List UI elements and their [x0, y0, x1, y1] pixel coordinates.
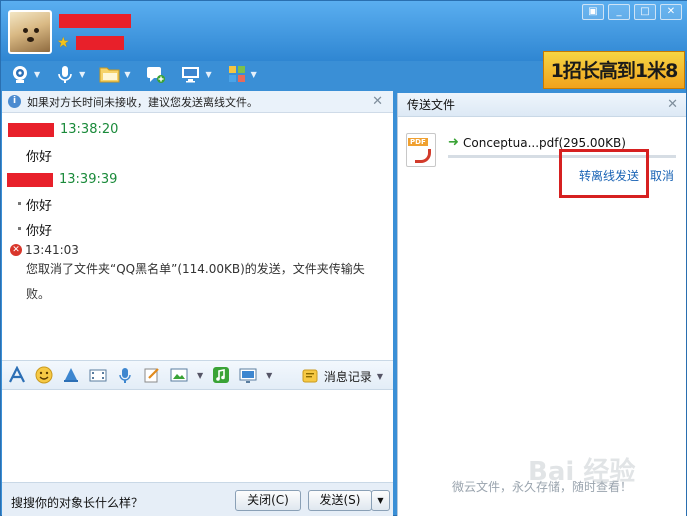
maximize-button[interactable]: □ [634, 4, 656, 20]
bullet-icon [18, 202, 21, 205]
message-history-label: 消息记录 [323, 369, 372, 384]
message-header: 13:39:39 [7, 172, 117, 187]
message-input[interactable] [2, 390, 393, 482]
info-icon: i [8, 95, 21, 108]
chevron-down-icon: ▼ [376, 371, 383, 381]
chevron-down-icon[interactable]: ▼ [266, 371, 272, 380]
sender-redaction [8, 122, 54, 137]
folder-icon [99, 63, 121, 85]
chevron-down-icon: ▼ [250, 69, 257, 79]
file-transfer-panel: 传送文件 ✕ PDF ➜ Conceptua...pdf(295.00KB) 转… [397, 93, 686, 516]
chevron-down-icon[interactable]: ▼ [197, 371, 203, 380]
avatar-eye [34, 28, 39, 33]
close-icon[interactable]: ✕ [667, 93, 678, 117]
pdf-label: PDF [408, 138, 428, 146]
message-text: 你好 [26, 224, 53, 239]
cancel-link[interactable]: 取消 [650, 167, 674, 184]
ad-banner[interactable]: 1招长高到1米8 [543, 51, 685, 89]
chat-panel: i 如果对方长时间未接收，建议您发送离线文件。 ✕ 13:38:20 你好 13… [2, 91, 393, 516]
bottom-bar: 搜搜你的对象长什么样？ 关闭(C) 发送(S) ▼ [2, 482, 393, 516]
video-call-button[interactable]: ▼ [9, 63, 40, 85]
voice-call-button[interactable]: ▼ [54, 63, 85, 85]
message-list: 13:38:20 你好 13:39:39 你好 你好 ✕ 13:41:03 [2, 115, 393, 360]
star-icon[interactable]: ★ [57, 35, 70, 51]
shake-window-icon[interactable] [62, 366, 80, 384]
message-header: 13:38:20 [8, 122, 118, 137]
system-message-header: ✕ 13:41:03 [10, 243, 79, 257]
chevron-down-icon: ▼ [205, 69, 212, 79]
system-message-text: 您取消了文件夹“QQ黑名单”(114.00KB)的发送，文件夹传输失 败。 [26, 257, 386, 307]
emoji-icon[interactable] [35, 366, 53, 384]
close-window-button[interactable]: ✕ [660, 4, 682, 20]
chat-toolbar: ▼ ▼ ▼ ▼ ▼ [1, 59, 541, 89]
remote-assist-button[interactable]: ▼ [180, 63, 212, 85]
format-toolbar: ▼ ▼ 消息记录 ▼ [2, 360, 393, 390]
image-icon[interactable] [170, 366, 188, 384]
history-icon [301, 367, 319, 385]
sms-button[interactable] [144, 63, 166, 85]
font-icon[interactable] [8, 366, 26, 384]
highlight-box [559, 149, 649, 198]
video-clip-icon[interactable] [89, 366, 107, 384]
chevron-down-icon: ▼ [79, 69, 86, 79]
message-time: 13:38:20 [60, 122, 119, 137]
close-button[interactable]: 关闭(C) [235, 490, 301, 511]
file-transfer-title: 传送文件 [407, 98, 456, 112]
offline-notice-bar: i 如果对方长时间未接收，建议您发送离线文件。 ✕ [2, 91, 393, 113]
send-options-dropdown[interactable]: ▼ [371, 490, 390, 511]
bullet-icon [18, 227, 21, 230]
microphone-icon [54, 63, 76, 85]
send-file-button[interactable]: ▼ [99, 63, 130, 85]
chevron-down-icon: ▼ [34, 69, 41, 79]
chat-window: Fa ★ ▣ _ □ ✕ ▼ ▼ ▼ [0, 0, 687, 516]
avatar-eye [23, 28, 28, 33]
message-text: 你好 [26, 150, 53, 165]
message-text: 你好 [26, 199, 53, 214]
system-message-line: 败。 [26, 287, 51, 301]
close-icon[interactable]: ✕ [372, 94, 383, 109]
notice-text: 如果对方长时间未接收，建议您发送离线文件。 [27, 95, 258, 109]
name-redaction [59, 14, 131, 28]
system-message-line: 您取消了文件夹“QQ黑名单”(114.00KB)的发送，文件夹传输失 [26, 262, 365, 276]
apps-button[interactable]: ▼ [226, 63, 257, 85]
monitor-icon [180, 63, 202, 85]
contact-avatar[interactable] [8, 10, 52, 54]
voice-message-icon[interactable] [116, 366, 134, 384]
avatar-nose [27, 37, 34, 42]
video-icon [9, 63, 31, 85]
signature-redaction [75, 36, 124, 50]
edit-icon[interactable] [143, 366, 161, 384]
system-message-time: 13:41:03 [25, 243, 79, 257]
send-button[interactable]: 发送(S) [308, 490, 372, 511]
skin-button[interactable]: ▣ [582, 4, 604, 20]
screenshot-icon[interactable] [239, 366, 257, 384]
file-name: Conceptua...pdf(295.00KB) [463, 136, 626, 150]
file-transfer-header: 传送文件 ✕ [398, 93, 686, 117]
chevron-down-icon: ▼ [124, 69, 131, 79]
message-plus-icon [144, 63, 166, 85]
message-time: 13:39:39 [59, 172, 118, 187]
minimize-button[interactable]: _ [608, 4, 630, 20]
send-arrow-icon: ➜ [448, 135, 459, 150]
apps-grid-icon [226, 63, 248, 85]
sender-redaction [7, 172, 53, 187]
error-icon: ✕ [10, 244, 22, 256]
music-icon[interactable] [212, 366, 230, 384]
message-history-button[interactable]: 消息记录 ▼ [301, 367, 383, 385]
weiyun-hint-link[interactable]: 微云文件，永久存储，随时查看！ [452, 478, 632, 495]
pdf-file-icon: PDF [406, 133, 436, 167]
status-row: ★ [57, 35, 124, 51]
search-ad-link[interactable]: 搜搜你的对象长什么样？ [11, 494, 143, 511]
pdf-swoosh [415, 149, 431, 163]
window-controls: ▣ _ □ ✕ [582, 4, 682, 20]
